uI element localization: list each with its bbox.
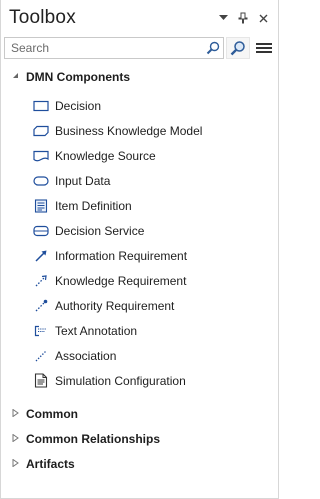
group-label: Artifacts [26,456,75,471]
menu-icon[interactable] [252,37,276,59]
group-header-common-relationships[interactable]: Common Relationships [1,426,278,451]
group-header-dmn-components[interactable]: DMN Components [1,64,278,89]
toolbox-item-information-requirement[interactable]: Information Requirement [1,243,278,268]
search-box [4,37,224,59]
collapsed-arrow-icon [12,458,26,469]
association-icon [33,348,49,364]
find-button[interactable] [226,37,250,59]
decision-service-icon [33,223,49,239]
group-label: Common [26,406,78,421]
toolbox-item-authority-requirement[interactable]: Authority Requirement [1,293,278,318]
collapsed-arrow-icon [12,408,26,419]
toolbox-item-association[interactable]: Association [1,343,278,368]
group-label: DMN Components [26,69,130,84]
pin-icon[interactable] [234,9,252,27]
knowledge-requirement-icon [33,273,49,289]
dropdown-icon[interactable] [214,9,232,27]
group-label: Common Relationships [26,431,161,446]
panel-title: Toolbox [9,7,76,28]
group-header-artifacts[interactable]: Artifacts [1,451,278,476]
toolbox-titlebar: Toolbox [1,0,278,36]
text-annotation-icon [33,323,49,339]
toolbox-item-knowledge-source[interactable]: Knowledge Source [1,143,278,168]
toolbox-item-decision-service[interactable]: Decision Service [1,218,278,243]
toolbox-item-business-knowledge-model[interactable]: Business Knowledge Model [1,118,278,143]
search-row [4,36,276,60]
find-magnifier-icon [230,41,245,56]
group-header-common[interactable]: Common [1,401,278,426]
decision-rect-icon [33,98,49,114]
authority-requirement-icon [33,298,49,314]
dmn-components-items: Decision Business Knowledge Model Knowle… [1,93,278,393]
toolbox-item-input-data[interactable]: Input Data [1,168,278,193]
search-input[interactable] [5,38,203,58]
toolbox-groups: DMN Components Decision Business Knowled… [1,64,278,476]
toolbox-item-text-annotation[interactable]: Text Annotation [1,318,278,343]
toolbox-item-simulation-configuration[interactable]: Simulation Configuration [1,368,278,393]
toolbox-item-item-definition[interactable]: Item Definition [1,193,278,218]
information-requirement-icon [33,248,49,264]
toolbox-panel: Toolbox Search DMN Components Decision B… [0,0,279,499]
bkm-icon [33,123,49,139]
collapsed-arrow-icon [12,433,26,444]
title-controls [214,9,272,27]
toolbox-item-decision[interactable]: Decision [1,93,278,118]
toolbox-item-knowledge-requirement[interactable]: Knowledge Requirement [1,268,278,293]
search-icon[interactable] [203,38,223,58]
item-definition-icon [33,198,49,214]
input-data-icon [33,173,49,189]
close-icon[interactable] [254,9,272,27]
expanded-arrow-icon [12,72,26,81]
knowledge-source-icon [33,148,49,164]
simulation-configuration-icon [33,373,49,389]
